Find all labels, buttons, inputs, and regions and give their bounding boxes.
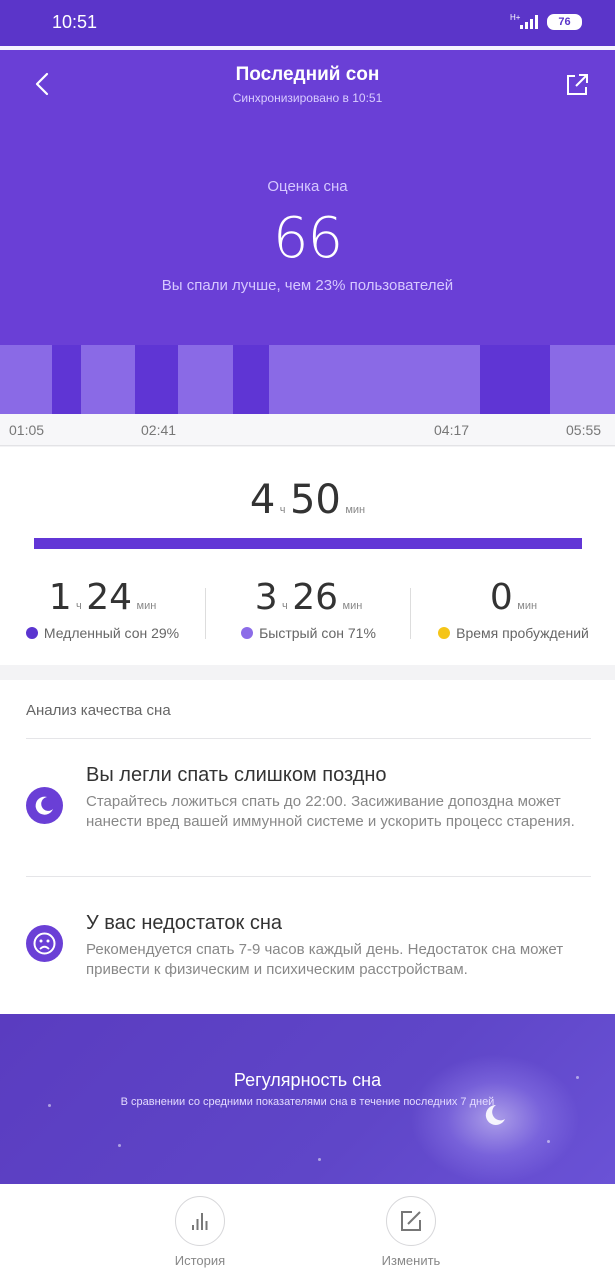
light-sleep-stat: 1 ч 24 мин Медленный сон 29%	[0, 577, 205, 647]
minutes-unit: мин	[345, 504, 366, 516]
deep-sleep-segment	[52, 345, 81, 414]
analysis-item-description: Старайтесь ложиться спать до 22:00. Заси…	[86, 793, 575, 830]
share-button[interactable]	[562, 70, 592, 100]
minutes-unit: мин	[136, 600, 157, 612]
sleep-regularity-card[interactable]: Регулярность сна В сравнении со средними…	[0, 1014, 615, 1184]
score-label: Оценка сна	[267, 178, 348, 195]
legend-dot	[241, 627, 254, 639]
star-decoration	[547, 1140, 550, 1143]
score-comparison: Вы спали лучше, чем 23% пользователей	[161, 277, 454, 294]
page-title: Последний сон	[235, 64, 380, 85]
analysis-heading: Анализ качества сна	[26, 702, 171, 719]
divider	[26, 876, 591, 877]
awake-label: Время пробуждений	[456, 625, 589, 641]
legend-dot	[25, 627, 38, 639]
total-minutes: 50	[289, 477, 341, 523]
divider	[26, 738, 591, 739]
share-icon	[567, 74, 588, 95]
sleep-quality-analysis: Анализ качества сна Вы легли спать слишк…	[0, 680, 615, 1014]
sleep-progress-bar	[34, 538, 582, 549]
rem-minutes: 26	[292, 577, 339, 618]
hours-unit: ч	[76, 600, 82, 612]
history-label: История	[174, 1253, 226, 1268]
sleep-score: 66	[272, 206, 343, 271]
rem-sleep-label: Быстрый сон 71%	[259, 625, 376, 641]
status-time: 10:51	[52, 12, 98, 32]
minutes-unit: мин	[517, 600, 538, 612]
axis-label: 04:17	[434, 422, 470, 438]
moon-icon	[26, 787, 63, 824]
sleep-timeline[interactable]	[0, 345, 615, 414]
edit-button[interactable]: Изменить	[361, 1196, 461, 1276]
analysis-item-title: У вас недостаток сна	[86, 912, 283, 934]
hours-unit: ч	[279, 504, 286, 516]
awake-stat: 0 мин Время пробуждений	[411, 577, 615, 647]
minutes-unit: мин	[342, 600, 363, 612]
status-bar: 10:51 H+ 76	[0, 0, 615, 46]
deep-sleep-segment	[480, 345, 550, 414]
sync-status: Синхронизировано в 10:51	[232, 91, 383, 105]
light-sleep-label: Медленный сон 29%	[43, 625, 180, 641]
legend-dot	[438, 627, 451, 639]
analysis-item-description: Рекомендуется спать 7-9 часов каждый ден…	[86, 941, 564, 978]
light-hours: 1	[48, 577, 72, 618]
bottom-action-bar: История Изменить	[0, 1184, 615, 1280]
regularity-subtitle: В сравнении со средними показателями сна…	[120, 1096, 495, 1108]
rem-sleep-stat: 3 ч 26 мин Быстрый сон 71%	[206, 577, 411, 647]
rem-hours: 3	[254, 577, 278, 618]
regularity-title: Регулярность сна	[233, 1070, 382, 1090]
axis-label: 02:41	[141, 422, 177, 438]
sad-face-icon	[26, 925, 63, 962]
star-decoration	[318, 1158, 321, 1161]
awake-minutes: 0	[489, 577, 513, 618]
axis-label: 01:05	[9, 422, 45, 438]
hours-unit: ч	[282, 600, 288, 612]
edit-icon	[386, 1196, 436, 1246]
header-section: 10:51 H+ 76 Последний сон Синхронизирова…	[0, 0, 615, 414]
edit-label: Изменить	[381, 1253, 441, 1268]
history-button[interactable]: История	[150, 1196, 250, 1276]
battery-icon: 76	[547, 14, 582, 30]
bar-chart-icon	[175, 1196, 225, 1246]
analysis-item-title: Вы легли спать слишком поздно	[86, 764, 387, 786]
star-decoration	[118, 1144, 121, 1147]
deep-sleep-segment	[233, 345, 269, 414]
timeline-axis: 01:05 02:41 04:17 05:55	[0, 414, 615, 446]
total-sleep-duration: 4 ч 50 мин	[0, 477, 615, 523]
total-hours: 4	[249, 477, 276, 523]
deep-sleep-segment	[135, 345, 178, 414]
signal-icon	[518, 15, 540, 29]
light-minutes: 24	[86, 577, 133, 618]
sleep-summary-card: 4 ч 50 мин 1 ч 24 мин Медленный сон 29% …	[0, 447, 615, 665]
axis-label: 05:55	[566, 422, 602, 438]
status-divider	[0, 46, 615, 50]
